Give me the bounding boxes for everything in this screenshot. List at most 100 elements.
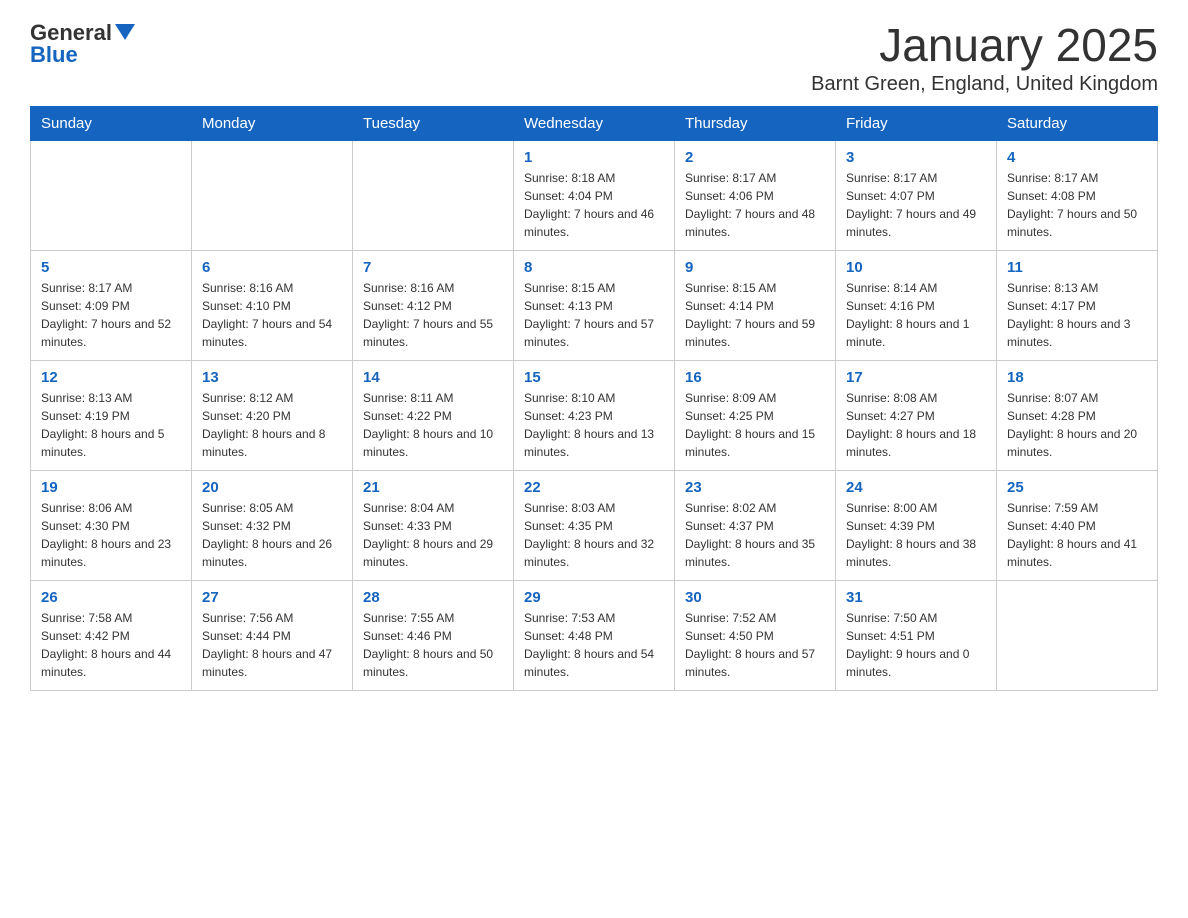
day-info: Sunrise: 7:59 AM Sunset: 4:40 PM Dayligh…: [1007, 499, 1147, 571]
calendar-cell: 28 Sunrise: 7:55 AM Sunset: 4:46 PM Dayli…: [353, 580, 514, 690]
calendar-week-row: 1 Sunrise: 8:18 AM Sunset: 4:04 PM Daylig…: [31, 140, 1158, 250]
day-info: Sunrise: 8:12 AM Sunset: 4:20 PM Dayligh…: [202, 389, 342, 461]
title-area: January 2025 Barnt Green, England, Unite…: [811, 20, 1158, 96]
day-info: Sunrise: 7:53 AM Sunset: 4:48 PM Dayligh…: [524, 609, 664, 681]
location: Barnt Green, England, United Kingdom: [811, 73, 1158, 96]
calendar-week-row: 5 Sunrise: 8:17 AM Sunset: 4:09 PM Daylig…: [31, 250, 1158, 360]
day-info: Sunrise: 8:06 AM Sunset: 4:30 PM Dayligh…: [41, 499, 181, 571]
logo-triangle-icon: [115, 24, 135, 40]
day-number: 4: [1007, 149, 1147, 166]
calendar-cell: 1 Sunrise: 8:18 AM Sunset: 4:04 PM Daylig…: [514, 140, 675, 250]
calendar-cell: 4Sunrise: 8:17 AM Sunset: 4:08 PM Daylig…: [997, 140, 1158, 250]
calendar-cell: 27 Sunrise: 7:56 AM Sunset: 4:44 PM Dayli…: [192, 580, 353, 690]
calendar-cell: 23 Sunrise: 8:02 AM Sunset: 4:37 PM Dayli…: [675, 470, 836, 580]
day-info: Sunrise: 8:05 AM Sunset: 4:32 PM Dayligh…: [202, 499, 342, 571]
calendar-cell: 3 Sunrise: 8:17 AM Sunset: 4:07 PM Daylig…: [836, 140, 997, 250]
day-number: 3: [846, 149, 986, 166]
day-number: 23: [685, 479, 825, 496]
day-info: Sunrise: 7:50 AM Sunset: 4:51 PM Dayligh…: [846, 609, 986, 681]
day-number: 28: [363, 589, 503, 606]
day-number: 14: [363, 369, 503, 386]
calendar-cell: 29 Sunrise: 7:53 AM Sunset: 4:48 PM Dayli…: [514, 580, 675, 690]
calendar-cell: [31, 140, 192, 250]
calendar-cell: 7Sunrise: 8:16 AM Sunset: 4:12 PM Daylig…: [353, 250, 514, 360]
day-info: Sunrise: 8:04 AM Sunset: 4:33 PM Dayligh…: [363, 499, 503, 571]
day-info: Sunrise: 8:17 AM Sunset: 4:06 PM Dayligh…: [685, 169, 825, 241]
col-thursday: Thursday: [675, 106, 836, 140]
day-number: 29: [524, 589, 664, 606]
day-number: 1: [524, 149, 664, 166]
day-number: 10: [846, 259, 986, 276]
day-info: Sunrise: 8:13 AM Sunset: 4:19 PM Dayligh…: [41, 389, 181, 461]
day-number: 22: [524, 479, 664, 496]
logo-blue: Blue: [30, 42, 78, 68]
day-number: 8: [524, 259, 664, 276]
calendar-cell: [997, 580, 1158, 690]
calendar-cell: 20Sunrise: 8:05 AM Sunset: 4:32 PM Dayli…: [192, 470, 353, 580]
calendar-cell: 9 Sunrise: 8:15 AM Sunset: 4:14 PM Daylig…: [675, 250, 836, 360]
col-saturday: Saturday: [997, 106, 1158, 140]
calendar-cell: 8Sunrise: 8:15 AM Sunset: 4:13 PM Daylig…: [514, 250, 675, 360]
calendar-cell: 14 Sunrise: 8:11 AM Sunset: 4:22 PM Dayli…: [353, 360, 514, 470]
day-number: 26: [41, 589, 181, 606]
day-info: Sunrise: 8:09 AM Sunset: 4:25 PM Dayligh…: [685, 389, 825, 461]
day-info: Sunrise: 8:10 AM Sunset: 4:23 PM Dayligh…: [524, 389, 664, 461]
calendar-cell: [353, 140, 514, 250]
calendar-cell: 21Sunrise: 8:04 AM Sunset: 4:33 PM Dayli…: [353, 470, 514, 580]
calendar-week-row: 26 Sunrise: 7:58 AM Sunset: 4:42 PM Dayli…: [31, 580, 1158, 690]
day-number: 2: [685, 149, 825, 166]
col-friday: Friday: [836, 106, 997, 140]
calendar-cell: 17 Sunrise: 8:08 AM Sunset: 4:27 PM Dayli…: [836, 360, 997, 470]
day-number: 11: [1007, 259, 1147, 276]
calendar-cell: 6Sunrise: 8:16 AM Sunset: 4:10 PM Daylig…: [192, 250, 353, 360]
calendar-cell: 10 Sunrise: 8:14 AM Sunset: 4:16 PM Dayli…: [836, 250, 997, 360]
day-info: Sunrise: 8:15 AM Sunset: 4:14 PM Dayligh…: [685, 279, 825, 351]
day-number: 25: [1007, 479, 1147, 496]
calendar-cell: 30Sunrise: 7:52 AM Sunset: 4:50 PM Dayli…: [675, 580, 836, 690]
calendar-cell: 11 Sunrise: 8:13 AM Sunset: 4:17 PM Dayli…: [997, 250, 1158, 360]
page-header: General Blue January 2025 Barnt Green, E…: [30, 20, 1158, 96]
calendar-week-row: 19 Sunrise: 8:06 AM Sunset: 4:30 PM Dayli…: [31, 470, 1158, 580]
day-info: Sunrise: 8:11 AM Sunset: 4:22 PM Dayligh…: [363, 389, 503, 461]
day-number: 13: [202, 369, 342, 386]
day-info: Sunrise: 8:17 AM Sunset: 4:07 PM Dayligh…: [846, 169, 986, 241]
day-number: 30: [685, 589, 825, 606]
day-number: 15: [524, 369, 664, 386]
day-number: 5: [41, 259, 181, 276]
col-monday: Monday: [192, 106, 353, 140]
day-number: 17: [846, 369, 986, 386]
day-info: Sunrise: 8:14 AM Sunset: 4:16 PM Dayligh…: [846, 279, 986, 351]
calendar-cell: 22 Sunrise: 8:03 AM Sunset: 4:35 PM Dayli…: [514, 470, 675, 580]
calendar-cell: 26 Sunrise: 7:58 AM Sunset: 4:42 PM Dayli…: [31, 580, 192, 690]
day-info: Sunrise: 7:58 AM Sunset: 4:42 PM Dayligh…: [41, 609, 181, 681]
day-number: 9: [685, 259, 825, 276]
day-number: 18: [1007, 369, 1147, 386]
day-info: Sunrise: 8:13 AM Sunset: 4:17 PM Dayligh…: [1007, 279, 1147, 351]
month-title: January 2025: [811, 20, 1158, 71]
col-wednesday: Wednesday: [514, 106, 675, 140]
calendar-cell: 12 Sunrise: 8:13 AM Sunset: 4:19 PM Dayli…: [31, 360, 192, 470]
day-number: 6: [202, 259, 342, 276]
day-number: 24: [846, 479, 986, 496]
day-number: 27: [202, 589, 342, 606]
day-info: Sunrise: 8:02 AM Sunset: 4:37 PM Dayligh…: [685, 499, 825, 571]
calendar-cell: 5 Sunrise: 8:17 AM Sunset: 4:09 PM Daylig…: [31, 250, 192, 360]
calendar-week-row: 12 Sunrise: 8:13 AM Sunset: 4:19 PM Dayli…: [31, 360, 1158, 470]
day-info: Sunrise: 8:17 AM Sunset: 4:09 PM Dayligh…: [41, 279, 181, 351]
logo: General Blue: [30, 20, 135, 68]
calendar-cell: 24Sunrise: 8:00 AM Sunset: 4:39 PM Dayli…: [836, 470, 997, 580]
day-info: Sunrise: 8:18 AM Sunset: 4:04 PM Dayligh…: [524, 169, 664, 241]
day-number: 16: [685, 369, 825, 386]
day-info: Sunrise: 8:03 AM Sunset: 4:35 PM Dayligh…: [524, 499, 664, 571]
day-info: Sunrise: 7:56 AM Sunset: 4:44 PM Dayligh…: [202, 609, 342, 681]
calendar-cell: 18Sunrise: 8:07 AM Sunset: 4:28 PM Dayli…: [997, 360, 1158, 470]
day-info: Sunrise: 8:08 AM Sunset: 4:27 PM Dayligh…: [846, 389, 986, 461]
day-number: 19: [41, 479, 181, 496]
day-info: Sunrise: 7:55 AM Sunset: 4:46 PM Dayligh…: [363, 609, 503, 681]
day-number: 12: [41, 369, 181, 386]
calendar-cell: 25 Sunrise: 7:59 AM Sunset: 4:40 PM Dayli…: [997, 470, 1158, 580]
col-sunday: Sunday: [31, 106, 192, 140]
calendar-cell: 16 Sunrise: 8:09 AM Sunset: 4:25 PM Dayli…: [675, 360, 836, 470]
calendar-cell: 19 Sunrise: 8:06 AM Sunset: 4:30 PM Dayli…: [31, 470, 192, 580]
calendar-cell: 13 Sunrise: 8:12 AM Sunset: 4:20 PM Dayli…: [192, 360, 353, 470]
